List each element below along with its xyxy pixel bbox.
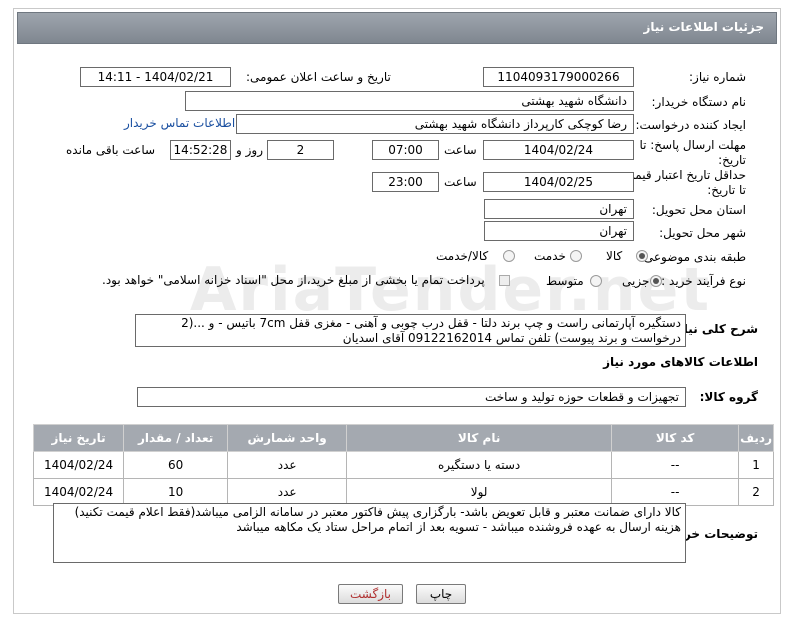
city-label: شهر محل تحویل:	[659, 226, 746, 240]
cell-quantity: 10	[123, 478, 229, 506]
need-number-label: شماره نیاز:	[689, 70, 746, 84]
process-option-medium: متوسط	[546, 274, 584, 288]
col-name: نام کالا	[346, 424, 613, 452]
goods-group-label: گروه کالا:	[699, 390, 758, 404]
province-field: تهران	[484, 199, 634, 219]
cell-name: دسته یا دستگیره	[346, 451, 613, 479]
col-quantity: تعداد / مقدار	[123, 424, 229, 452]
category-radio-service[interactable]	[570, 250, 582, 262]
goods-section-title: اطلاعات کالاهای مورد نیاز	[603, 355, 758, 369]
table-header-row: ردیف کد کالا نام کالا واحد شمارش تعداد /…	[32, 424, 774, 452]
category-option-goods: کالا	[606, 249, 623, 263]
category-radio-goods[interactable]	[636, 250, 648, 262]
cell-date: 1404/02/24	[32, 478, 125, 506]
process-label: نوع فرآیند خرید :	[661, 274, 746, 288]
need-number-field: 1104093179000266	[483, 67, 634, 87]
remaining-time-field: 14:52:28	[170, 140, 231, 160]
announce-label: تاریخ و ساعت اعلان عمومی:	[246, 70, 391, 84]
buyer-notes-line-2: هزینه ارسال به عهده فروشنده میباشد - تسو…	[236, 520, 681, 534]
validity-time-field: 23:00	[372, 172, 439, 192]
buyer-contact-link[interactable]: اطلاعات تماس خریدار	[124, 116, 235, 130]
buyer-notes-line-1: کالا دارای ضمانت معتبر و قابل تعویض باشد…	[74, 505, 681, 519]
cell-code: --	[611, 451, 740, 479]
cell-unit: عدد	[227, 451, 348, 479]
category-option-goods-service: کالا/خدمت	[436, 249, 489, 263]
announce-field: 1404/02/21 - 14:11	[80, 67, 231, 87]
cell-name: لولا	[346, 478, 613, 506]
province-label: استان محل تحویل:	[651, 203, 746, 217]
validity-label: حداقل تاریخ اعتبار قیمت: تا تاریخ:	[619, 168, 746, 197]
items-table: ردیف کد کالا نام کالا واحد شمارش تعداد /…	[32, 424, 774, 506]
requester-field: رضا کوچکی کارپرداز دانشگاه شهید بهشتی	[236, 114, 634, 134]
cell-date: 1404/02/24	[32, 451, 125, 479]
back-button[interactable]: بازگشت	[338, 584, 403, 604]
cell-code: --	[611, 478, 740, 506]
deadline-label: مهلت ارسال پاسخ: تا تاریخ:	[639, 138, 746, 167]
category-option-service: خدمت	[534, 249, 566, 263]
city-field: تهران	[484, 221, 634, 241]
page-title: جزئیات اطلاعات نیاز	[643, 20, 764, 34]
buyer-org-label: نام دستگاه خریدار:	[651, 95, 747, 109]
cell-row: 1	[738, 451, 774, 479]
buyer-notes-textarea[interactable]: کالا دارای ضمانت معتبر و قابل تعویض باشد…	[53, 503, 686, 563]
deadline-time-field: 07:00	[372, 140, 439, 160]
validity-time-word: ساعت	[444, 175, 477, 189]
process-option-minor: جزیی	[622, 274, 650, 288]
col-code: کد کالا	[611, 424, 740, 452]
days-word: روز و	[236, 143, 263, 157]
cell-row: 2	[738, 478, 774, 506]
cell-unit: عدد	[227, 478, 348, 506]
description-line-1: دستگیره آپارتمانی راست و چپ برند دلتا - …	[181, 316, 681, 330]
category-label: طبقه بندی موضوعی:	[639, 250, 746, 264]
col-row: ردیف	[738, 424, 774, 452]
requester-label: ایجاد کننده درخواست:	[635, 118, 746, 132]
col-unit: واحد شمارش	[227, 424, 348, 452]
description-textarea[interactable]: دستگیره آپارتمانی راست و چپ برند دلتا - …	[135, 314, 686, 347]
deadline-time-word: ساعت	[444, 143, 477, 157]
cell-quantity: 60	[123, 451, 229, 479]
table-row: 2 -- لولا عدد 10 1404/02/24	[32, 478, 774, 506]
deadline-date-field: 1404/02/24	[483, 140, 634, 160]
remaining-word: ساعت باقی مانده	[66, 143, 156, 157]
table-row: 1 -- دسته یا دستگیره عدد 60 1404/02/24	[32, 451, 774, 479]
payment-checkbox[interactable]	[499, 275, 510, 286]
print-button[interactable]: چاپ	[416, 584, 466, 604]
description-line-2: درخواست و برند پیوست) تلفن تماس 09122162…	[342, 331, 681, 345]
title-bar: جزئیات اطلاعات نیاز	[17, 12, 777, 44]
payment-note: پرداخت تمام یا بخشی از مبلغ خرید،از محل …	[102, 273, 485, 287]
process-radio-medium[interactable]	[590, 275, 602, 287]
process-radio-minor[interactable]	[650, 275, 662, 287]
category-radio-goods-service[interactable]	[503, 250, 515, 262]
days-field: 2	[267, 140, 334, 160]
goods-group-field: تجهیزات و قطعات حوزه تولید و ساخت	[137, 387, 686, 407]
validity-date-field: 1404/02/25	[483, 172, 634, 192]
buyer-org-field: دانشگاه شهید بهشتی	[185, 91, 634, 111]
col-date: تاریخ نیاز	[32, 424, 125, 452]
